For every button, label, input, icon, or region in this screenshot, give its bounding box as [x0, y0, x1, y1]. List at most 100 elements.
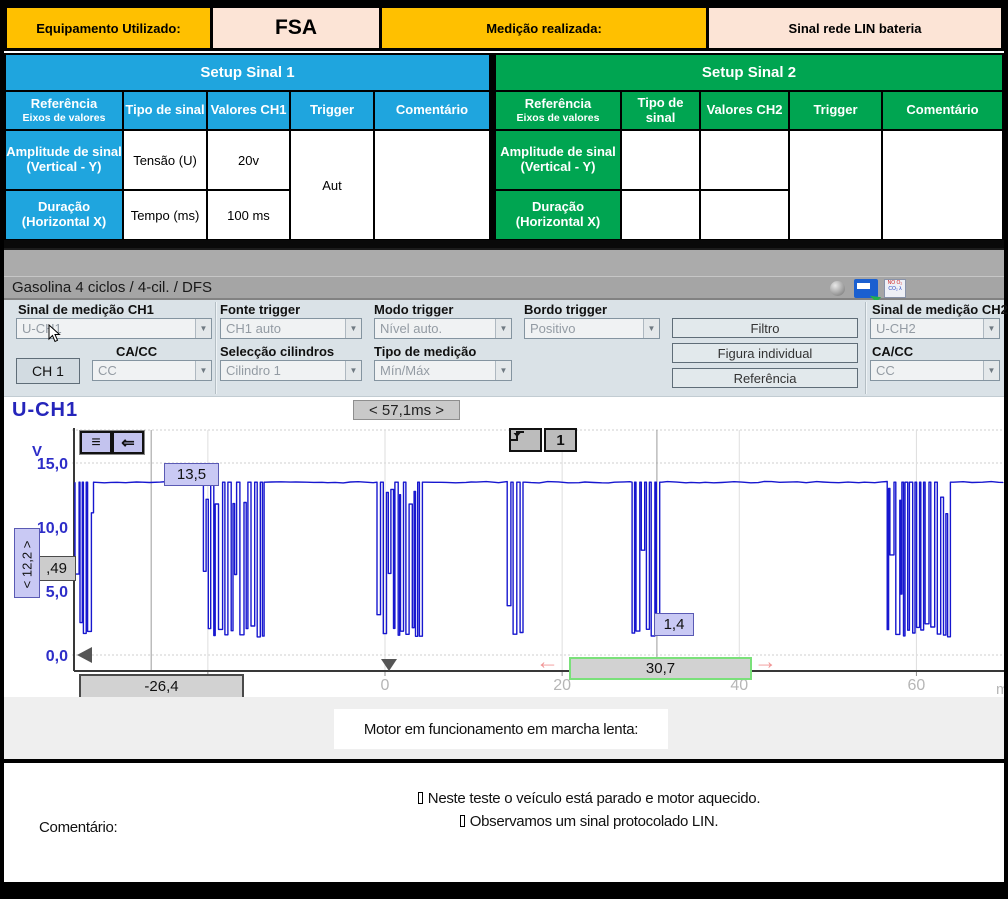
chevron-down-icon[interactable]: ▼: [495, 361, 511, 380]
equip-value-cell: FSA: [213, 8, 379, 48]
cell-comentario: [375, 131, 489, 239]
report-page: Equipamento Utilizado: FSA Medição reali…: [0, 0, 1008, 899]
pan-toolbar: ≡ ⇐: [79, 430, 145, 455]
chevron-down-icon[interactable]: ▼: [643, 319, 659, 338]
scope-control-panel: Sinal de medição CH1 U-CH1▼ CH 1 CA/CC C…: [4, 300, 1004, 397]
comment-item: Observamos um sinal protocolado LIN.: [174, 810, 1004, 833]
cell-valor-amplitude: 20v: [208, 131, 289, 189]
waveform-plot: -200204060ms15,010,05,00,0 ≡ ⇐ 1 V < 12,…: [4, 428, 1004, 697]
modo-trigger-label: Modo trigger: [374, 302, 453, 317]
col-tipo: Tipo de sinal: [622, 92, 699, 129]
setup-sinal-1-title: Setup Sinal 1: [6, 55, 489, 90]
tipo-medicao-label: Tipo de medição: [374, 344, 476, 359]
delta-time-cursor-box[interactable]: 30,7: [569, 657, 752, 680]
trigger-time-marker-icon[interactable]: [381, 659, 397, 671]
status-sphere-icon: [830, 281, 845, 296]
zero-volt-marker-icon[interactable]: [77, 647, 92, 663]
report-header-row: Equipamento Utilizado: FSA Medição reali…: [4, 5, 1004, 51]
fsa-scope-window: Gasolina 4 ciclos / 4-cil. / DFS NO O₂CO…: [4, 240, 1004, 697]
level-cursor-box[interactable]: ,49: [37, 556, 76, 581]
col-referencia: ReferênciaEixos de valores: [496, 92, 620, 129]
cacc-dropdown[interactable]: CC▼: [92, 360, 212, 381]
cell-comentario: [883, 131, 1002, 239]
cursor-arrow-right-icon[interactable]: →: [754, 648, 777, 675]
figura-individual-button[interactable]: Figura individual: [672, 343, 858, 363]
measure-value-cell: Sinal rede LIN bateria: [709, 8, 1001, 48]
setup-sinal-1-table: Setup Sinal 1 ReferênciaEixos de valores…: [4, 53, 491, 241]
ch1-signal-label: Sinal de medição CH1: [18, 302, 154, 317]
row-amplitude-label: Amplitude de sinal(Vertical - Y): [6, 131, 122, 189]
col-trigger: Trigger: [291, 92, 373, 129]
motor-band: Motor em funcionamento em marcha lenta:: [4, 697, 1004, 763]
seleccao-cilindros-label: Selecção cilindros: [220, 344, 334, 359]
cacc2-label: CA/CC: [872, 344, 913, 359]
svg-text:10,0: 10,0: [37, 520, 68, 537]
modo-trigger-dropdown[interactable]: Nível auto.▼: [374, 318, 512, 339]
lin-signal-trace: -200204060ms15,010,05,00,0: [4, 428, 1004, 697]
trigger-channel-number[interactable]: 1: [544, 428, 577, 452]
filtro-button[interactable]: Filtro: [672, 318, 858, 338]
scope-title: Gasolina 4 ciclos / 4-cil. / DFS: [4, 279, 212, 296]
cell-valor-amplitude: [701, 131, 788, 189]
equip-label-cell: Equipamento Utilizado:: [7, 8, 210, 48]
row-duracao-label: Duração(Horizontal X): [6, 191, 122, 239]
svg-text:60: 60: [908, 677, 926, 694]
setup-tables: Setup Sinal 1 ReferênciaEixos de valores…: [4, 53, 1004, 241]
fonte-trigger-dropdown[interactable]: CH1 auto▼: [220, 318, 362, 339]
report-content: Equipamento Utilizado: FSA Medição reali…: [4, 5, 1004, 882]
svg-text:0: 0: [381, 677, 390, 694]
cursor-arrow-left-icon[interactable]: ←: [536, 648, 559, 675]
fsa-scope-icon[interactable]: [854, 279, 878, 298]
col-valores: Valores CH1: [208, 92, 289, 129]
cacc2-dropdown[interactable]: CC▼: [870, 360, 1000, 381]
channel-name: U-CH1: [12, 399, 78, 422]
cell-tipo-duracao: [622, 191, 699, 239]
ch2-signal-dropdown[interactable]: U-CH2▼: [870, 318, 1000, 339]
ch1-signal-dropdown[interactable]: U-CH1▼: [16, 318, 212, 339]
cell-tipo-amplitude: [622, 131, 699, 189]
chevron-down-icon[interactable]: ▼: [195, 361, 211, 380]
comment-item: Neste teste o veículo está parado e moto…: [174, 787, 1004, 810]
cell-tipo-amplitude: Tensão (U): [124, 131, 206, 189]
svg-text:0,0: 0,0: [46, 648, 68, 665]
col-referencia: ReferênciaEixos de valores: [6, 92, 122, 129]
low-level-marker: 1,4: [654, 613, 694, 636]
time-cursor1-box[interactable]: -26,4: [79, 674, 244, 697]
comment-label: Comentário:: [39, 819, 117, 836]
high-level-marker: 13,5: [164, 463, 219, 486]
chevron-down-icon[interactable]: ▼: [195, 319, 211, 338]
svg-text:5,0: 5,0: [46, 584, 68, 601]
exhaust-gas-icon[interactable]: NO O₂CO₂ λ: [884, 279, 906, 298]
chevron-down-icon[interactable]: ▼: [495, 319, 511, 338]
cell-trigger: Aut: [291, 131, 373, 239]
fonte-trigger-label: Fonte trigger: [220, 302, 300, 317]
tipo-medicao-dropdown[interactable]: Mín/Máx▼: [374, 360, 512, 381]
scroll-left-icon[interactable]: ⇐: [112, 431, 144, 454]
scope-window-chrome: [4, 248, 1004, 276]
chevron-down-icon[interactable]: ▼: [345, 319, 361, 338]
separator-bar: [4, 240, 1004, 248]
cell-trigger: [790, 131, 881, 239]
chevron-down-icon[interactable]: ▼: [983, 319, 999, 338]
amplitude-cursor-box[interactable]: < 12,2 >: [14, 528, 40, 598]
chevron-down-icon[interactable]: ▼: [345, 361, 361, 380]
time-per-div-box[interactable]: < 57,1ms >: [353, 400, 460, 420]
measure-label-cell: Medição realizada:: [382, 8, 706, 48]
y-unit-label: V: [32, 443, 42, 460]
seleccao-cilindros-dropdown[interactable]: Cilindro 1▼: [220, 360, 362, 381]
bordo-trigger-dropdown[interactable]: Positivo▼: [524, 318, 660, 339]
grid-lines-icon[interactable]: ≡: [80, 431, 112, 454]
trigger-indicator: 1: [509, 428, 579, 452]
row-duracao-label: Duração(Horizontal X): [496, 191, 620, 239]
referencia-button[interactable]: Referência: [672, 368, 858, 388]
cacc-label: CA/CC: [116, 344, 157, 359]
ch1-button[interactable]: CH 1: [16, 358, 80, 384]
cell-tipo-duracao: Tempo (ms): [124, 191, 206, 239]
chevron-down-icon[interactable]: ▼: [983, 361, 999, 380]
plot-header: U-CH1 < 57,1ms >: [4, 397, 1004, 428]
trigger-edge-icon[interactable]: [509, 428, 542, 452]
ch2-signal-label: Sinal de medição CH2: [872, 302, 1008, 317]
col-trigger: Trigger: [790, 92, 881, 129]
bordo-trigger-label: Bordo trigger: [524, 302, 607, 317]
col-valores: Valores CH2: [701, 92, 788, 129]
